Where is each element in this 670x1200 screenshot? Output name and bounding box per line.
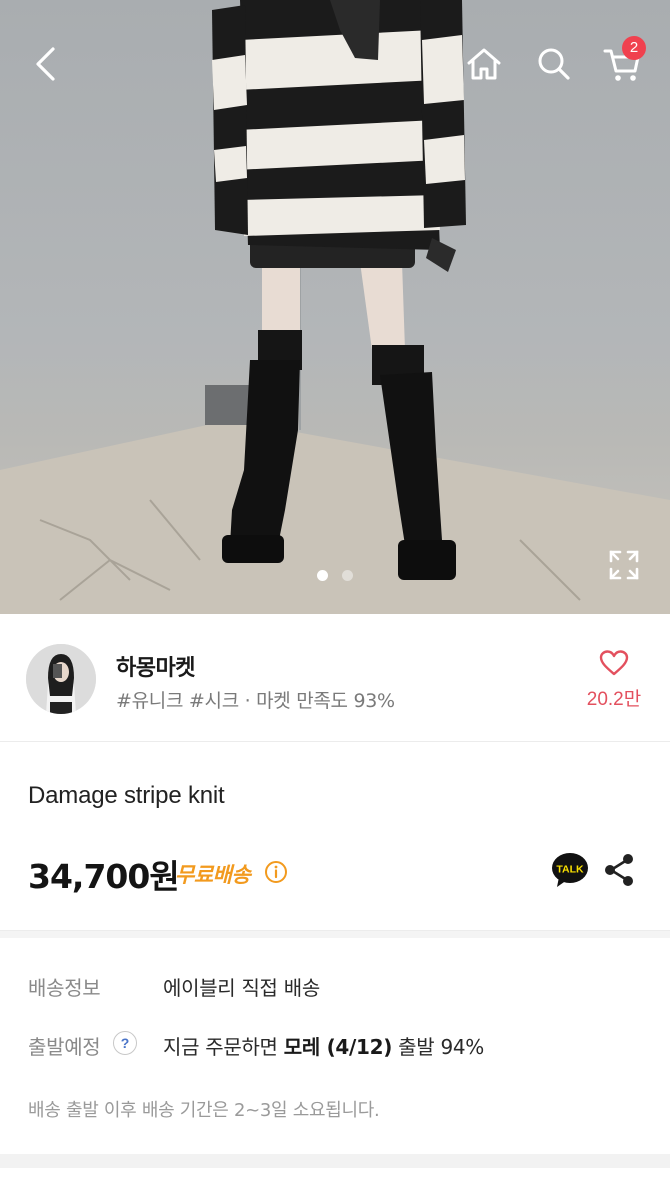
help-icon[interactable]: ? (113, 1031, 137, 1055)
info-icon[interactable] (264, 860, 288, 884)
kakao-talk-button[interactable]: TALK (551, 851, 589, 889)
departure-date: 모레 (4/12) (283, 1035, 393, 1059)
seller-name[interactable]: 하몽마켓 (116, 650, 195, 682)
cart-count-badge: 2 (622, 36, 646, 60)
next-section (0, 1168, 670, 1200)
departure-value: 지금 주문하면 모레 (4/12) 출발 94% (163, 1031, 484, 1060)
seller-section: 하몽마켓 #유니크 #시크 · 마켓 만족도 93% 20.2만 (0, 614, 670, 742)
departure-prefix: 지금 주문하면 (163, 1035, 284, 1059)
product-summary: Damage stripe knit 34,700원 무료배송 TALK (0, 742, 670, 930)
home-icon (467, 48, 501, 80)
avatar-image (26, 644, 96, 714)
share-icon (605, 854, 633, 886)
product-image-gallery[interactable]: 2 (0, 0, 670, 614)
shipping-info-section: 배송정보 에이블리 직접 배송 출발예정 ? 지금 주문하면 모레 (4/12)… (0, 938, 670, 1154)
pagination-dot[interactable] (342, 570, 353, 581)
back-button[interactable] (20, 38, 72, 90)
favorite-count: 20.2만 (586, 689, 642, 710)
section-divider (0, 930, 670, 938)
departure-suffix: 출발 94% (392, 1035, 484, 1059)
favorite-button[interactable]: 20.2만 (578, 650, 650, 711)
free-shipping-badge: 무료배송 (175, 863, 251, 887)
home-button[interactable] (458, 38, 510, 90)
shipping-info-label: 배송정보 (28, 976, 101, 1000)
section-divider (0, 1154, 670, 1168)
share-button[interactable] (602, 852, 636, 888)
product-price: 34,700원 (28, 857, 180, 896)
heart-icon (599, 650, 629, 676)
product-name: Damage stripe knit (28, 782, 225, 809)
shipping-duration-note: 배송 출발 이후 배송 기간은 2~3일 소요됩니다. (28, 1100, 380, 1121)
back-arrow-icon (36, 47, 55, 81)
cart-button[interactable]: 2 (596, 36, 648, 90)
talk-label: TALK (556, 864, 584, 876)
product-photo (0, 0, 670, 614)
seller-avatar[interactable] (26, 644, 96, 714)
departure-label: 출발예정 (28, 1035, 101, 1059)
seller-tags: #유니크 #시크 · 마켓 만족도 93% (116, 690, 395, 712)
search-button[interactable] (528, 38, 580, 90)
pagination-dot[interactable] (317, 570, 328, 581)
gallery-pagination (0, 570, 670, 581)
kakao-talk-icon: TALK (552, 853, 588, 887)
search-icon (538, 48, 570, 80)
shipping-info-value: 에이블리 직접 배송 (163, 976, 320, 1000)
expand-icon[interactable] (604, 545, 644, 585)
